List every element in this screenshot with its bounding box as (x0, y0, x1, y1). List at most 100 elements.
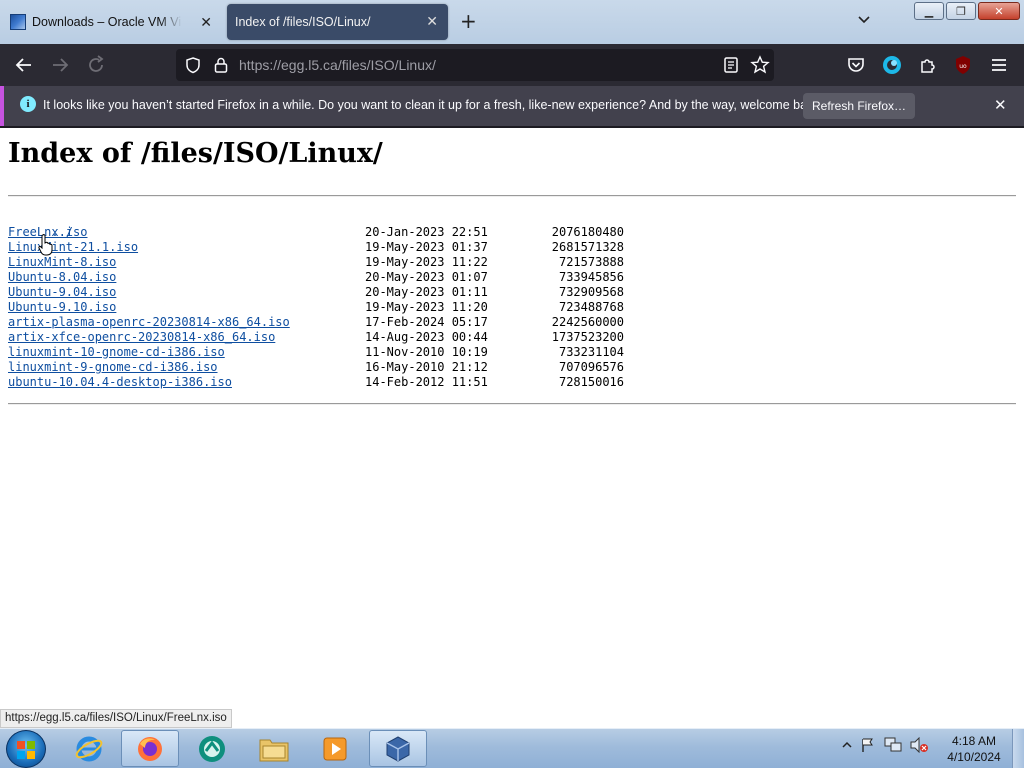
action-center-flag-icon[interactable] (860, 737, 876, 753)
toolbar-divider (0, 126, 1024, 128)
file-date: 14-Aug-2023 00:44 (365, 330, 488, 344)
windows-logo-icon (17, 741, 35, 759)
url-path: /files/ISO/Linux/ (337, 57, 436, 73)
bookmark-star-icon[interactable] (750, 55, 770, 75)
file-size: 728150016 (558, 375, 624, 389)
file-date: 20-Jan-2023 22:51 (365, 225, 488, 239)
list-item: artix-plasma-openrc-20230814-x86_64.iso 1… (8, 315, 624, 330)
file-date: 19-May-2023 11:22 (365, 255, 488, 269)
firefox-account-icon[interactable] (881, 54, 903, 76)
hamburger-menu-icon[interactable] (988, 54, 1010, 76)
file-size: 707096576 (558, 360, 624, 374)
url-text[interactable]: https://egg.l5.ca/files/ISO/Linux/ (239, 57, 436, 73)
file-date: 11-Nov-2010 10:19 (365, 345, 488, 359)
file-date: 20-May-2023 01:11 (365, 285, 488, 299)
firefox-icon (138, 736, 162, 761)
extensions-puzzle-icon[interactable] (917, 54, 939, 76)
list-item: Ubuntu-9.04.iso 20-May-2023 01:11 73290956… (8, 285, 624, 300)
file-size: 733945856 (558, 270, 624, 284)
show-desktop-button[interactable] (1012, 729, 1024, 768)
minimize-button[interactable]: ▁ (914, 2, 944, 20)
list-item: Ubuntu-9.10.iso 19-May-2023 11:20 72348876… (8, 300, 624, 315)
file-link[interactable]: linuxmint-10-gnome-cd-i386.iso (8, 345, 225, 359)
internet-explorer-icon (75, 736, 103, 761)
tracking-protection-shield-icon[interactable] (184, 56, 202, 74)
close-notification-icon[interactable]: ✕ (994, 96, 1007, 114)
list-all-tabs-icon[interactable] (856, 12, 872, 28)
taskbar-firefox[interactable] (121, 730, 179, 767)
show-hidden-icons-icon[interactable] (842, 740, 852, 750)
reader-view-icon[interactable] (722, 56, 740, 74)
file-link[interactable]: Ubuntu-8.04.iso (8, 270, 116, 284)
file-date: 16-May-2010 21:12 (365, 360, 488, 374)
file-size: 1737523200 (551, 330, 624, 344)
start-button[interactable] (6, 730, 46, 768)
svg-text:uo: uo (959, 63, 967, 70)
new-tab-button[interactable]: + (460, 10, 477, 32)
file-date: 19-May-2023 01:37 (365, 240, 488, 254)
file-link[interactable]: ubuntu-10.04.4-desktop-i386.iso (8, 375, 232, 389)
file-link[interactable]: LinuxMint-21.1.iso (8, 240, 138, 254)
reload-icon[interactable] (85, 54, 107, 76)
list-item: linuxmint-10-gnome-cd-i386.iso 11-Nov-201… (8, 345, 624, 360)
tab-title: Index of /files/ISO/Linux/ (235, 15, 371, 29)
file-date: 17-Feb-2024 05:17 (365, 315, 488, 329)
virtualbox-favicon-icon (10, 14, 26, 30)
forward-arrow-icon[interactable] (49, 54, 71, 76)
volume-muted-icon[interactable] (910, 737, 928, 753)
close-window-button[interactable]: ✕ (978, 2, 1020, 20)
taskbar-file-explorer[interactable] (245, 730, 303, 767)
file-date: 19-May-2023 11:20 (365, 300, 488, 314)
taskbar-virtualbox[interactable] (369, 730, 427, 767)
file-size: 732909568 (558, 285, 624, 299)
file-explorer-icon (259, 739, 289, 761)
pocket-icon[interactable] (845, 54, 867, 76)
windows-taskbar: 4:18 AM 4/10/2024 (0, 728, 1024, 768)
close-tab-icon[interactable]: ✕ (200, 14, 212, 31)
page-title: Index of /files/ISO/Linux/ (8, 138, 383, 169)
bottom-divider (8, 403, 1016, 405)
virtualbox-icon (386, 735, 410, 762)
file-link[interactable]: artix-xfce-openrc-20230814-x86_64.iso (8, 330, 275, 344)
system-tray (842, 737, 928, 753)
file-date: 20-May-2023 01:07 (365, 270, 488, 284)
refresh-firefox-notification: i It looks like you haven’t started Fire… (0, 86, 1024, 126)
close-tab-icon[interactable]: ✕ (426, 13, 438, 30)
list-item: Ubuntu-8.04.iso 20-May-2023 01:07 73394585… (8, 270, 624, 285)
window-controls: ▁ ❐ ✕ (914, 2, 1020, 20)
file-link[interactable]: artix-plasma-openrc-20230814-x86_64.iso (8, 315, 290, 329)
url-host: https://egg.l5.ca (239, 57, 338, 73)
notification-message: It looks like you haven’t started Firefo… (43, 98, 824, 112)
refresh-firefox-button[interactable]: Refresh Firefox… (803, 93, 915, 119)
info-icon: i (20, 96, 36, 112)
list-item: ../ (8, 210, 290, 239)
file-link[interactable]: Ubuntu-9.10.iso (8, 300, 116, 314)
back-arrow-icon[interactable] (13, 54, 35, 76)
list-item: artix-xfce-openrc-20230814-x86_64.iso 14-… (8, 330, 624, 345)
network-icon[interactable] (884, 737, 902, 753)
address-bar[interactable]: https://egg.l5.ca/files/ISO/Linux/ (176, 49, 774, 81)
file-size: 723488768 (558, 300, 624, 314)
list-item: LinuxMint-8.iso 19-May-2023 11:22 72157388… (8, 255, 624, 270)
navigation-toolbar: https://egg.l5.ca/files/ISO/Linux/ uo (0, 44, 1024, 86)
restore-button[interactable]: ❐ (946, 2, 976, 20)
taskbar-app[interactable] (183, 730, 241, 767)
hand-pointer-cursor-icon (38, 234, 53, 256)
file-size: 733231104 (558, 345, 624, 359)
file-link[interactable]: linuxmint-9-gnome-cd-i386.iso (8, 360, 218, 374)
list-item: linuxmint-9-gnome-cd-i386.iso 16-May-2010… (8, 360, 624, 375)
clock-date: 4/10/2024 (947, 750, 1001, 764)
tab-index-linux[interactable]: Index of /files/ISO/Linux/ ✕ (227, 4, 448, 40)
media-player-icon (323, 737, 347, 760)
taskbar-media-player[interactable] (306, 730, 364, 767)
file-size: 721573888 (558, 255, 624, 269)
system-clock[interactable]: 4:18 AM 4/10/2024 (942, 733, 1006, 765)
ublock-origin-icon[interactable]: uo (952, 54, 974, 76)
lock-icon[interactable] (212, 56, 230, 74)
file-link[interactable]: LinuxMint-8.iso (8, 255, 116, 269)
status-link-preview: https://egg.l5.ca/files/ISO/Linux/FreeLn… (0, 709, 232, 728)
app-icon (199, 735, 225, 762)
taskbar-internet-explorer[interactable] (60, 730, 118, 767)
tab-downloads[interactable]: Downloads – Oracle VM VirtualBox ✕ (6, 4, 216, 40)
file-link[interactable]: Ubuntu-9.04.iso (8, 285, 116, 299)
